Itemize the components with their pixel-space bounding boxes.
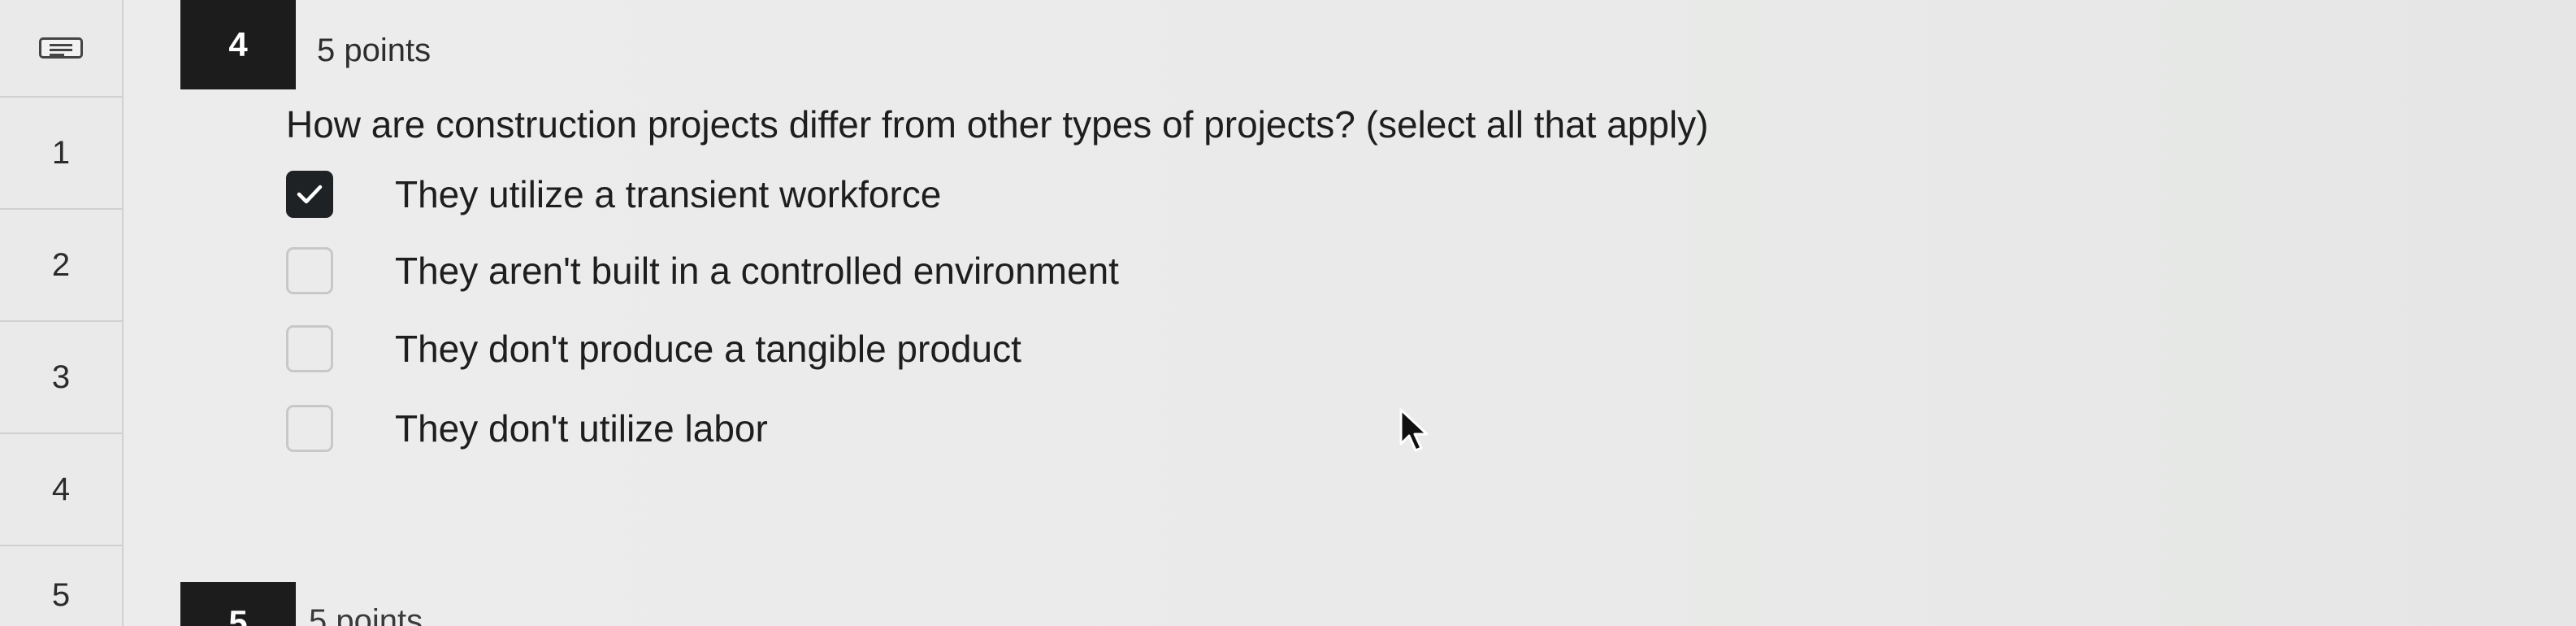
question-points: 5 points	[317, 33, 432, 68]
answer-option-3[interactable]: They don't produce a tangible product	[286, 324, 1021, 374]
mouse-cursor-icon	[1399, 408, 1429, 452]
checkmark-icon	[297, 185, 323, 204]
next-question-points: 5 points	[309, 603, 423, 626]
nav-question-2[interactable]: 2	[0, 210, 122, 322]
nav-question-4[interactable]: 4	[0, 434, 122, 546]
checkbox-checked[interactable]	[286, 171, 333, 218]
nav-question-1[interactable]: 1	[0, 98, 122, 210]
checkbox-unchecked[interactable]	[286, 325, 333, 372]
question-number-badge: 4	[180, 0, 296, 89]
quiz-page: 1 2 3 4 5 4 5 points How are constructio…	[0, 0, 2576, 626]
answer-option-2[interactable]: They aren't built in a controlled enviro…	[286, 246, 1119, 296]
answer-option-1[interactable]: They utilize a transient workforce	[286, 169, 941, 220]
answer-option-label: They don't produce a tangible product	[395, 328, 1021, 370]
answer-option-label: They utilize a transient workforce	[395, 173, 942, 215]
navigator-header	[0, 0, 122, 98]
checkbox-unchecked[interactable]	[286, 247, 333, 294]
next-question-number-badge: 5	[180, 582, 296, 626]
checkbox-unchecked[interactable]	[286, 405, 333, 452]
answer-option-label: They aren't built in a controlled enviro…	[395, 250, 1119, 292]
answer-option-4[interactable]: They don't utilize labor	[286, 403, 768, 454]
nav-question-3[interactable]: 3	[0, 322, 122, 434]
question-area: 4 5 points How are construction projects…	[124, 0, 2576, 626]
list-icon[interactable]	[39, 37, 83, 59]
question-prompt: How are construction projects differ fro…	[286, 103, 1709, 146]
nav-question-5[interactable]: 5	[0, 546, 122, 626]
question-navigator: 1 2 3 4 5	[0, 0, 124, 626]
answer-option-label: They don't utilize labor	[395, 407, 768, 450]
